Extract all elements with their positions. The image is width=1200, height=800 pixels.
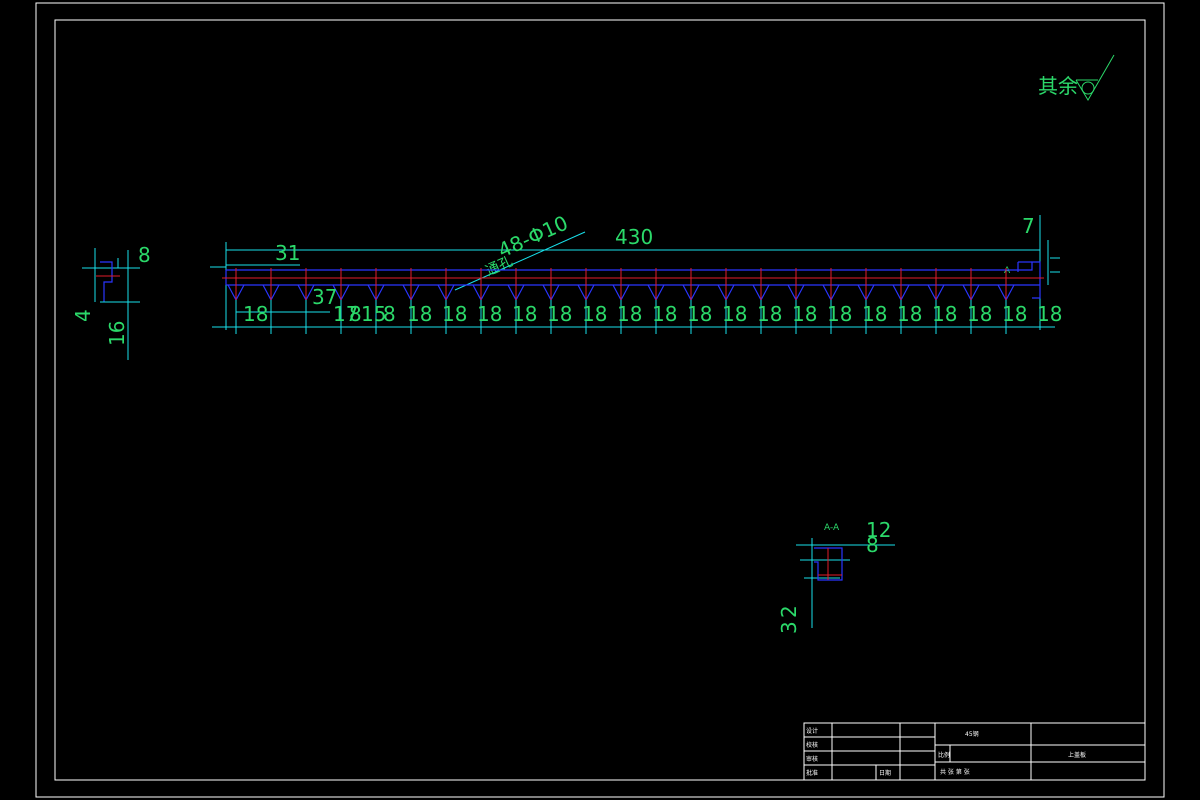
pitch-label: 18 [827,302,852,326]
dim-overall-length: 430 [615,225,653,249]
section-mark-a: A [1004,266,1011,276]
section-dim-mid: 8 [866,533,879,557]
roughness-icon [1075,54,1115,101]
main-view: 430 31 48-Φ10 通孔 7 A 37 18 17 8 15 8 18 1… [210,211,1062,334]
pitch-label: 18 [407,302,432,326]
pitch-label: 18 [722,302,747,326]
pitch-label: 18 [442,302,467,326]
pitch-label: 18 [757,302,782,326]
pitch-label: 18 [1002,302,1027,326]
section-dim-left-a: 3 [777,621,801,634]
tb-sheet-count: 共 张 第 张 [940,768,970,776]
pitch-label: 18 [582,302,607,326]
title-block: 设计 校核 审核 批准 日期 45钢 比例 共 张 第 张 上盖板 [803,722,1146,781]
pitch-label: 18 [477,302,502,326]
dim-first-spacing: 18 [243,302,268,326]
pitch-label: 18 [792,302,817,326]
pitch-label: 18 [687,302,712,326]
pitch-label: 18 [617,302,642,326]
section-label: A-A [824,523,840,533]
pitch-label: 18 [547,302,572,326]
section-view: A-A 12 8 3 2 [777,518,895,634]
pitch-label: 18 [512,302,537,326]
roughness-note: 其余 [1038,74,1078,98]
dim-left-offset: 31 [275,241,300,265]
side-view: 8 4 16 [71,243,151,360]
pitch-label: 18 [652,302,677,326]
tb-part-name: 45钢 [965,730,979,738]
pitch-label: 18 [862,302,887,326]
pitch-label: 18 [967,302,992,326]
tb-reviewer: 审核 [806,755,818,763]
dim-spacing-b: 8 [349,302,362,326]
side-dim-height-b: 16 [105,321,129,346]
section-dim-left-b: 2 [777,605,801,618]
tb-date-label: 日期 [879,769,891,777]
tb-designer: 设计 [806,727,818,735]
pitch-labels: 18 18 18 18 18 18 18 18 18 18 18 18 18 18 18 18 18 18 18 [407,302,1062,326]
dim-right-height: 7 [1022,214,1035,238]
cad-drawing: 其余 430 31 48-Φ10 通孔 7 A 37 18 17 8 15 8 … [35,2,1165,798]
tb-material-label: 比例 [938,751,950,759]
inner-frame [54,19,1146,781]
hole-callout-sub: 通孔 [483,254,515,280]
side-dim-height-a: 4 [71,309,95,322]
tb-approver: 批准 [806,769,818,777]
pitch-label: 18 [897,302,922,326]
pitch-label: 18 [932,302,957,326]
tb-checker: 校核 [806,741,818,749]
dim-spacing-d: 8 [383,302,396,326]
tb-drawing-name: 上盖板 [1068,751,1086,759]
pitch-label: 18 [1037,302,1062,326]
outer-border [35,2,1165,798]
side-dim-width: 8 [138,243,151,267]
